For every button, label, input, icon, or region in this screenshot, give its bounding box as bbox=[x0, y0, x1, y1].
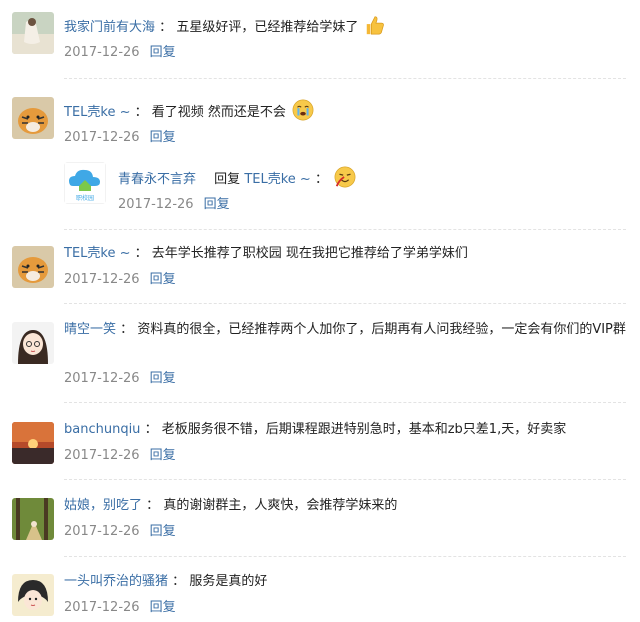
comment-meta: 2017-12-26 回复 bbox=[64, 598, 176, 618]
cloud-logo-avatar-icon: 职校园 bbox=[64, 162, 106, 204]
username-link[interactable]: TEL壳ke ~ bbox=[64, 105, 131, 120]
username-link[interactable]: TEL壳ke ~ bbox=[64, 246, 131, 261]
separator: ： bbox=[144, 422, 158, 437]
comment-meta: 2017-12-26 回复 bbox=[118, 195, 230, 215]
reply-link[interactable]: 回复 bbox=[150, 45, 176, 60]
comment-line: 一头叫乔治的骚猪 ： 服务是真的好 bbox=[64, 570, 626, 594]
avatar[interactable]: 职校园 bbox=[64, 162, 106, 204]
comment-line: TEL壳ke ~ ： 去年学长推荐了职校园 现在我把它推荐给了学弟学妹们 bbox=[64, 242, 626, 266]
avatar[interactable] bbox=[12, 97, 54, 139]
separator: ： bbox=[172, 574, 186, 589]
divider bbox=[64, 402, 626, 403]
comment-text: 老板服务很不错，后期课程跟进特别急时，基本和zb只差1,天，好卖家 bbox=[161, 422, 567, 437]
comment-text: 服务是真的好 bbox=[189, 574, 268, 589]
separator: ： bbox=[146, 498, 160, 513]
comment-text: 去年学长推荐了职校园 现在我把它推荐给了学弟学妹们 bbox=[151, 246, 468, 261]
sunset-avatar-icon bbox=[12, 422, 54, 464]
girl-avatar-icon bbox=[12, 322, 54, 364]
forest-avatar-icon bbox=[12, 498, 54, 540]
avatar-logo-text: 职校园 bbox=[76, 194, 94, 202]
avatar[interactable] bbox=[12, 12, 54, 54]
username-link[interactable]: 晴空一笑 bbox=[64, 322, 116, 337]
cartoon-avatar-icon bbox=[12, 574, 54, 616]
comment-date: 2017-12-26 bbox=[64, 130, 140, 145]
reply-link[interactable]: 回复 bbox=[150, 272, 176, 287]
comment-text: 五星级好评，已经推荐给学妹了 bbox=[176, 20, 359, 35]
crying-emoji-icon bbox=[292, 99, 314, 121]
comment-text: 资料真的很全，已经推荐两个人加你了，后期再有人问我经验，一定会有你们的VIP群 bbox=[137, 322, 626, 337]
avatar[interactable] bbox=[12, 498, 54, 540]
username-link[interactable]: 一头叫乔治的骚猪 bbox=[64, 574, 168, 589]
comment-date: 2017-12-26 bbox=[118, 197, 194, 212]
comment-line: 我家门前有大海 ： 五星级好评，已经推荐给学妹了 bbox=[64, 14, 626, 40]
nosebleed-emoji-icon bbox=[334, 166, 356, 188]
separator: ： bbox=[134, 105, 148, 120]
username-link[interactable]: 青春永不言弃 bbox=[118, 172, 196, 187]
tiger-avatar-icon bbox=[12, 97, 54, 139]
comment-date: 2017-12-26 bbox=[64, 448, 140, 463]
comment-list: 我家门前有大海 ： 五星级好评，已经推荐给学妹了 2017-12-26 回复 TE bbox=[0, 0, 640, 622]
comment-line: banchunqiu ： 老板服务很不错，后期课程跟进特别急时，基本和zb只差1… bbox=[64, 418, 626, 442]
separator: ： bbox=[159, 20, 173, 35]
comment-meta: 2017-12-26 回复 bbox=[64, 128, 176, 148]
separator: ： bbox=[120, 322, 134, 337]
comment-line: 姑娘，别吃了 ： 真的谢谢群主，人爽快，会推荐学妹来的 bbox=[64, 494, 626, 518]
divider bbox=[64, 303, 626, 304]
reply-link[interactable]: 回复 bbox=[204, 197, 230, 212]
reply-link[interactable]: 回复 bbox=[150, 524, 176, 539]
tiger-avatar-icon bbox=[12, 246, 54, 288]
comment-text: 看了视频 然而还是不会 bbox=[151, 105, 286, 120]
avatar[interactable] bbox=[12, 322, 54, 364]
reply-target-link[interactable]: TEL壳ke ~ bbox=[244, 172, 311, 187]
beach-avatar-icon bbox=[12, 12, 54, 54]
thumbs-up-emoji-icon bbox=[367, 16, 385, 35]
comment-line: 晴空一笑 ： 资料真的很全，已经推荐两个人加你了，后期再有人问我经验，一定会有你… bbox=[64, 318, 626, 342]
divider bbox=[64, 556, 626, 557]
separator: ： bbox=[314, 172, 328, 187]
reply-link[interactable]: 回复 bbox=[150, 371, 176, 386]
avatar[interactable] bbox=[12, 574, 54, 616]
reply-link[interactable]: 回复 bbox=[150, 448, 176, 463]
comment-date: 2017-12-26 bbox=[64, 524, 140, 539]
divider bbox=[64, 78, 626, 79]
comment-line: TEL壳ke ~ ： 看了视频 然而还是不会 bbox=[64, 99, 626, 125]
reply-word: 回复 bbox=[214, 172, 241, 187]
reply-link[interactable]: 回复 bbox=[150, 600, 176, 615]
comment-date: 2017-12-26 bbox=[64, 45, 140, 60]
comment-date: 2017-12-26 bbox=[64, 272, 140, 287]
comment-date: 2017-12-26 bbox=[64, 600, 140, 615]
comment-date: 2017-12-26 bbox=[64, 371, 140, 386]
username-link[interactable]: 姑娘，别吃了 bbox=[64, 498, 142, 513]
comment-meta: 2017-12-26 回复 bbox=[64, 522, 176, 542]
avatar[interactable] bbox=[12, 246, 54, 288]
divider bbox=[64, 229, 626, 230]
comment-meta: 2017-12-26 回复 bbox=[64, 43, 176, 63]
username-link[interactable]: banchunqiu bbox=[64, 422, 140, 437]
separator: ： bbox=[134, 246, 148, 261]
reply-link[interactable]: 回复 bbox=[150, 130, 176, 145]
comment-text: 真的谢谢群主，人爽快，会推荐学妹来的 bbox=[163, 498, 398, 513]
username-link[interactable]: 我家门前有大海 bbox=[64, 20, 155, 35]
divider bbox=[64, 479, 626, 480]
avatar[interactable] bbox=[12, 422, 54, 464]
comment-meta: 2017-12-26 回复 bbox=[64, 369, 176, 389]
comment-line: 青春永不言弃 回复 TEL壳ke ~ ： bbox=[118, 166, 610, 192]
comment-meta: 2017-12-26 回复 bbox=[64, 446, 176, 466]
comment-meta: 2017-12-26 回复 bbox=[64, 270, 176, 290]
